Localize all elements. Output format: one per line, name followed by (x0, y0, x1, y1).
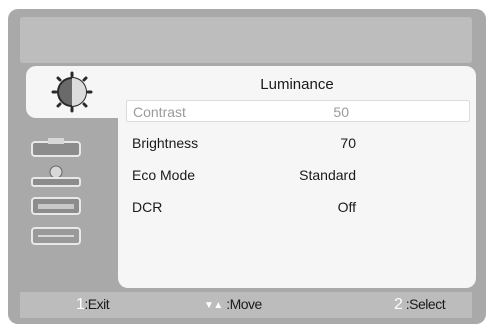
menu-item-label: Contrast (133, 104, 186, 120)
menu-item-dcr[interactable]: DCR Off (126, 196, 476, 218)
menu-item-label: Brightness (132, 135, 199, 151)
extra-icon[interactable] (28, 224, 84, 248)
menu-item-contrast[interactable]: Contrast 50 (126, 100, 470, 122)
select-key: 2 (394, 296, 403, 313)
up-down-arrows-icon: ▼▲ (204, 299, 223, 311)
exit-label: :Exit (84, 296, 110, 312)
select-label: :Select (405, 296, 446, 312)
image-setup-icon[interactable] (28, 136, 84, 160)
select-hint: 2 :Select (394, 296, 446, 314)
category-icon-column (8, 64, 131, 289)
menu-item-value: Off (337, 199, 356, 215)
menu-item-value: 50 (333, 104, 349, 120)
menu-item-value: 70 (340, 135, 356, 151)
osd-setup-icon[interactable] (28, 194, 84, 218)
move-label: :Move (226, 296, 262, 312)
luminance-panel: Luminance Contrast 50 Brightness 70 Eco … (118, 66, 476, 288)
color-temp-icon[interactable] (28, 164, 84, 188)
menu-item-brightness[interactable]: Brightness 70 (126, 132, 476, 154)
menu-item-eco-mode[interactable]: Eco Mode Standard (126, 164, 476, 186)
luminance-icon (51, 71, 93, 113)
key-guide-bar: 1:Exit ▼▲ :Move 2 :Select (20, 292, 472, 318)
menu-item-label: Eco Mode (132, 167, 196, 183)
exit-hint: 1:Exit (76, 296, 110, 314)
panel-title: Luminance (260, 76, 334, 93)
menu-item-value: Standard (299, 167, 356, 183)
move-hint: ▼▲ :Move (204, 296, 262, 312)
osd-menu: Luminance Contrast 50 Brightness 70 Eco … (8, 9, 486, 324)
category-luminance-selected[interactable] (26, 66, 131, 118)
menu-item-label: DCR (132, 199, 163, 215)
title-bar (20, 17, 472, 63)
